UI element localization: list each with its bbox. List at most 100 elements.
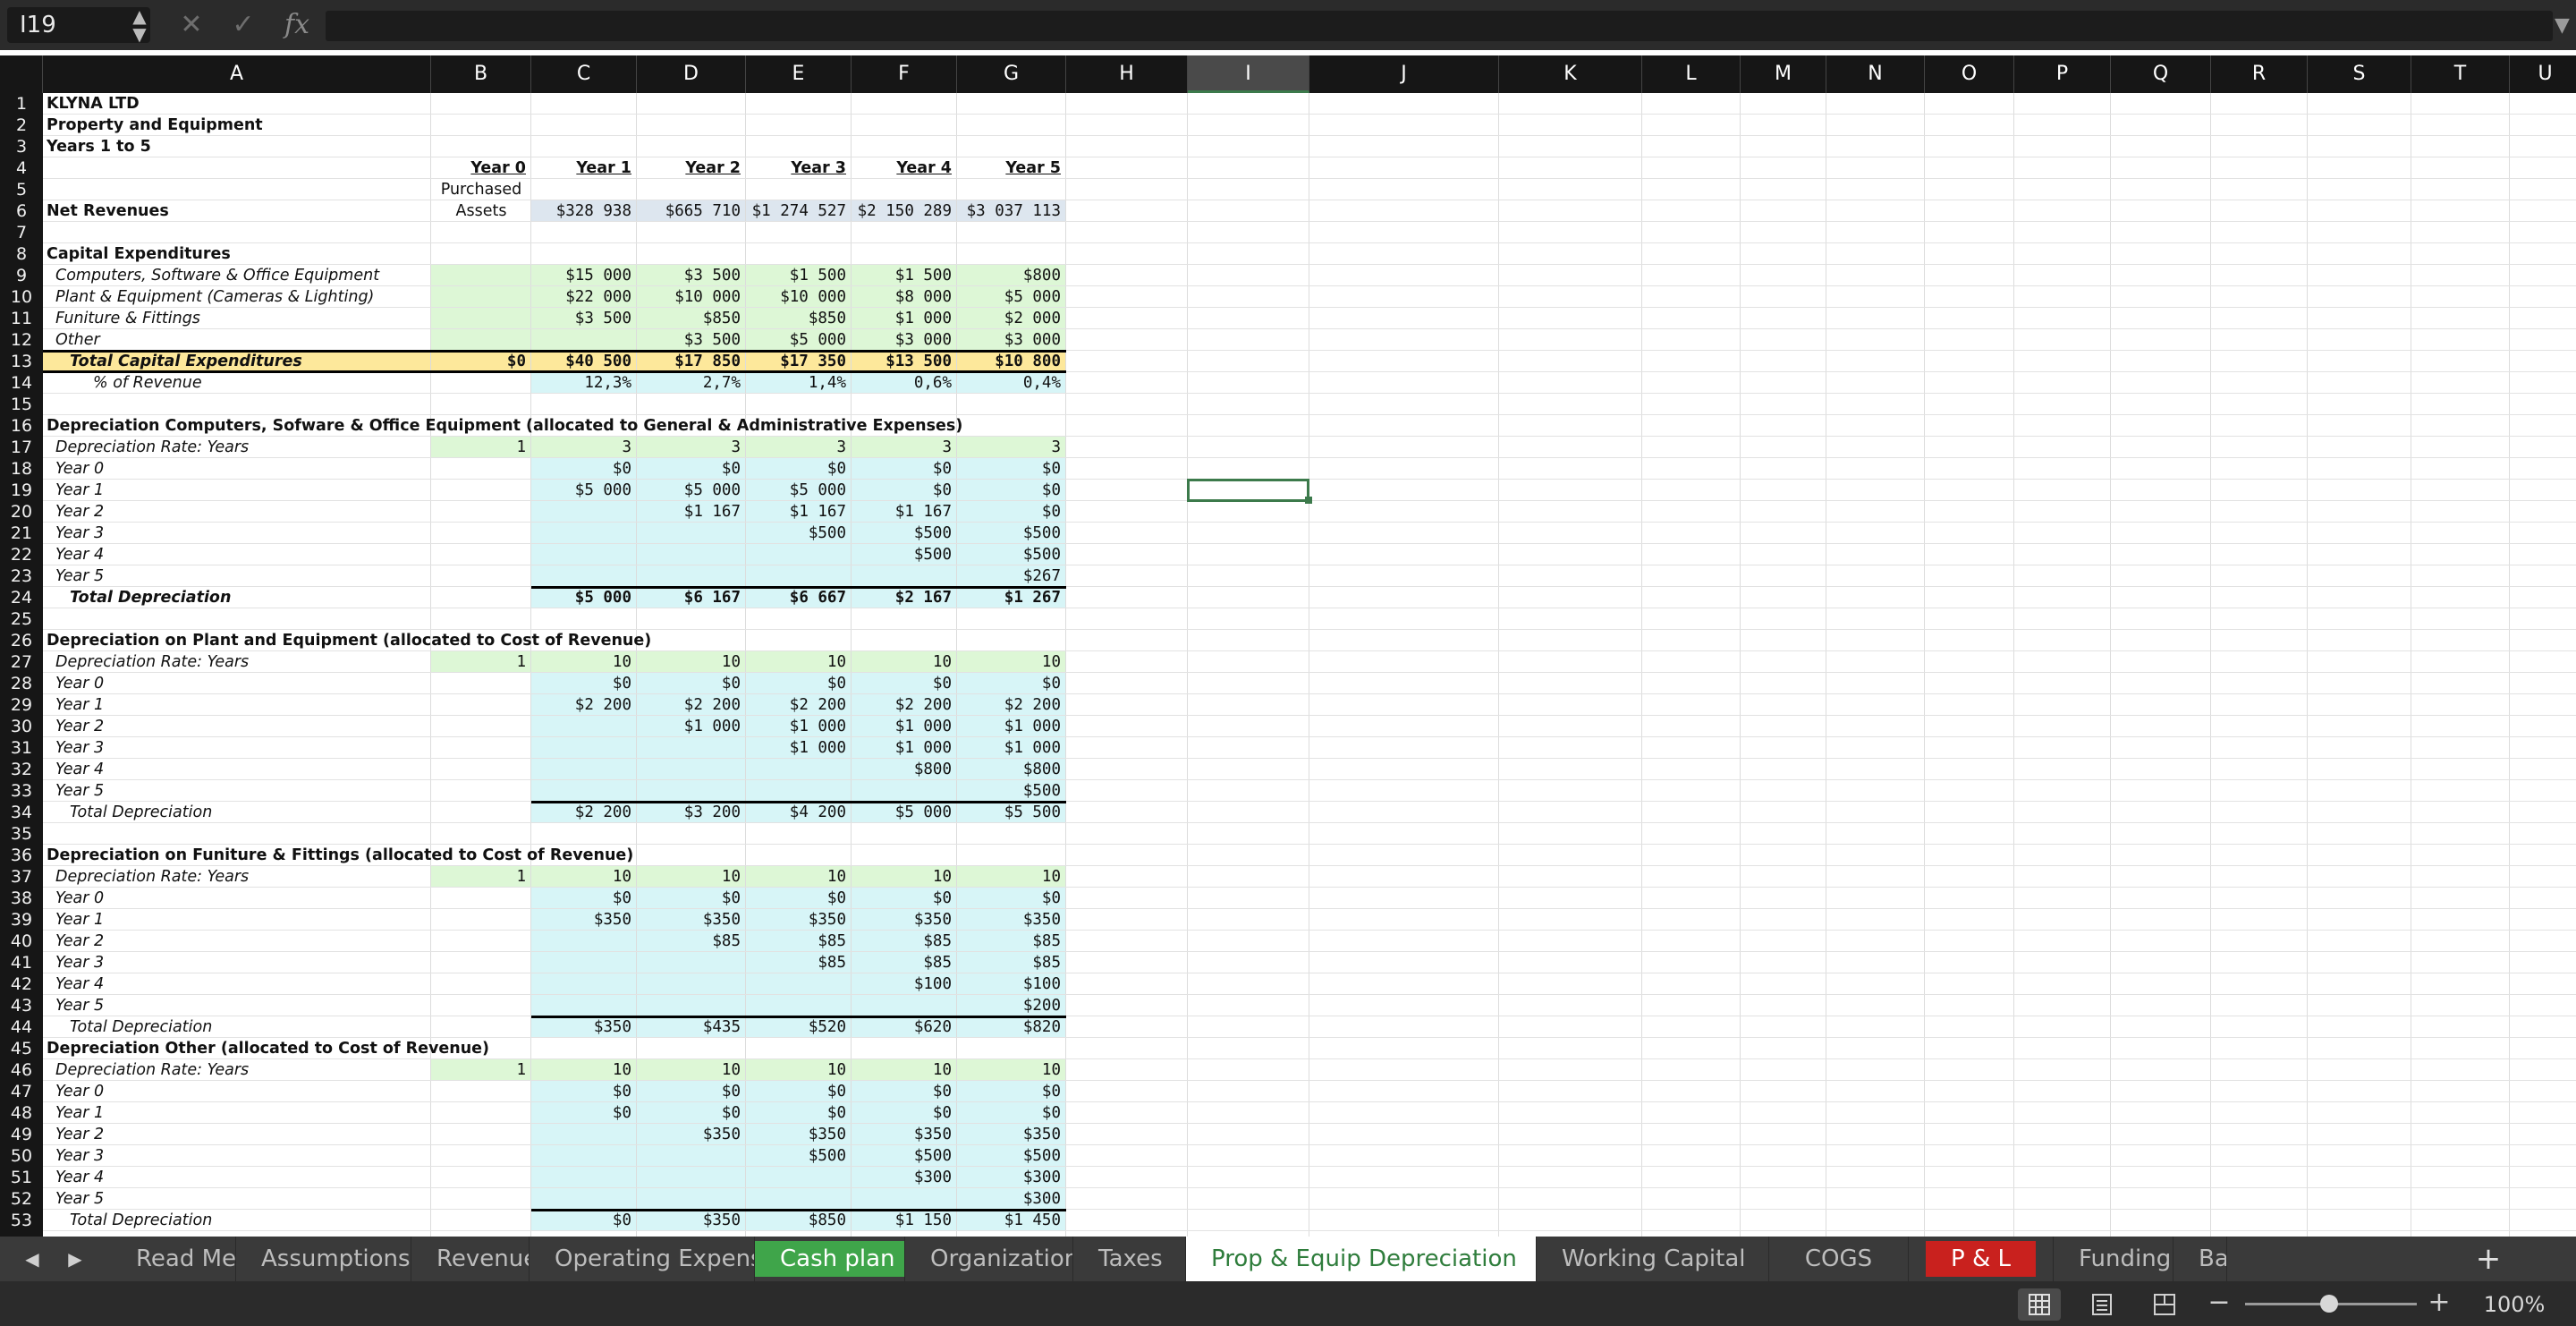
column-header-k[interactable]: K — [1499, 55, 1642, 93]
cell-b13[interactable]: $0 — [431, 351, 531, 372]
zoom-slider-handle[interactable] — [2320, 1295, 2338, 1313]
accept-icon[interactable]: ✓ — [225, 7, 261, 43]
cell-f51[interactable]: $300 — [852, 1167, 957, 1188]
sheet-tab-read-me[interactable]: Read Me — [111, 1237, 236, 1281]
row-header-11[interactable]: 11 — [0, 308, 43, 329]
cell-g43[interactable]: $200 — [957, 995, 1066, 1016]
cell-g24[interactable]: $1 267 — [957, 587, 1066, 608]
column-header-h[interactable]: H — [1066, 55, 1188, 93]
cell-a42[interactable]: Year 4 — [43, 973, 431, 995]
cell-g50[interactable]: $500 — [957, 1145, 1066, 1167]
row-header-33[interactable]: 33 — [0, 780, 43, 802]
cell-f19[interactable]: $0 — [852, 480, 957, 501]
cell-a31[interactable]: Year 3 — [43, 737, 431, 759]
cell-a10[interactable]: Plant & Equipment (Cameras & Lighting) — [43, 286, 431, 308]
cell-f6[interactable]: $2 150 289 — [852, 200, 957, 222]
cell-d30[interactable]: $1 000 — [637, 716, 746, 737]
cell-f48[interactable]: $0 — [852, 1102, 957, 1124]
cell-g39[interactable]: $350 — [957, 909, 1066, 931]
column-header-e[interactable]: E — [746, 55, 852, 93]
cell-e4[interactable]: Year 3 — [746, 157, 852, 179]
cell-a51[interactable]: Year 4 — [43, 1167, 431, 1188]
cell-g37[interactable]: 10 — [957, 866, 1066, 888]
cell-c13[interactable]: $40 500 — [531, 351, 637, 372]
cell-d10[interactable]: $10 000 — [637, 286, 746, 308]
cell-a16[interactable]: Depreciation Computers, Sofware & Office… — [43, 415, 962, 437]
row-header-53[interactable]: 53 — [0, 1210, 43, 1231]
cell-d28[interactable]: $0 — [637, 673, 746, 694]
cell-a32[interactable]: Year 4 — [43, 759, 431, 780]
cell-d34[interactable]: $3 200 — [637, 802, 746, 823]
cell-b6[interactable]: Assets — [431, 200, 531, 222]
sheet-tab-assumptions[interactable]: Assumptions — [236, 1237, 411, 1281]
cell-a20[interactable]: Year 2 — [43, 501, 431, 523]
row-header-13[interactable]: 13 — [0, 351, 43, 372]
row-header-15[interactable]: 15 — [0, 394, 43, 415]
select-all-corner[interactable] — [0, 55, 43, 93]
cell-f29[interactable]: $2 200 — [852, 694, 957, 716]
cell-g10[interactable]: $5 000 — [957, 286, 1066, 308]
cell-a28[interactable]: Year 0 — [43, 673, 431, 694]
cell-c9[interactable]: $15 000 — [531, 265, 637, 286]
cell-a17[interactable]: Depreciation Rate: Years — [43, 437, 431, 458]
row-header-31[interactable]: 31 — [0, 737, 43, 759]
cell-d17[interactable]: 3 — [637, 437, 746, 458]
cell-g49[interactable]: $350 — [957, 1124, 1066, 1145]
cell-g47[interactable]: $0 — [957, 1081, 1066, 1102]
cell-a52[interactable]: Year 5 — [43, 1188, 431, 1210]
cell-e34[interactable]: $4 200 — [746, 802, 852, 823]
cell-f12[interactable]: $3 000 — [852, 329, 957, 351]
cell-a6[interactable]: Net Revenues — [43, 200, 431, 222]
cell-e31[interactable]: $1 000 — [746, 737, 852, 759]
cell-c14[interactable]: 12,3% — [531, 372, 637, 394]
cell-a46[interactable]: Depreciation Rate: Years — [43, 1059, 431, 1081]
cell-f39[interactable]: $350 — [852, 909, 957, 931]
cell-e10[interactable]: $10 000 — [746, 286, 852, 308]
cell-d14[interactable]: 2,7% — [637, 372, 746, 394]
cell-e41[interactable]: $85 — [746, 952, 852, 973]
cell-e13[interactable]: $17 350 — [746, 351, 852, 372]
zoom-level[interactable]: 100% — [2465, 1287, 2563, 1322]
cell-e40[interactable]: $85 — [746, 931, 852, 952]
cell-a26[interactable]: Depreciation on Plant and Equipment (all… — [43, 630, 651, 651]
cell-f10[interactable]: $8 000 — [852, 286, 957, 308]
cell-d20[interactable]: $1 167 — [637, 501, 746, 523]
cell-d19[interactable]: $5 000 — [637, 480, 746, 501]
cell-c17[interactable]: 3 — [531, 437, 637, 458]
cell-d12[interactable]: $3 500 — [637, 329, 746, 351]
cell-a22[interactable]: Year 4 — [43, 544, 431, 565]
cell-b17[interactable]: 1 — [431, 437, 531, 458]
cell-g46[interactable]: 10 — [957, 1059, 1066, 1081]
cell-e44[interactable]: $520 — [746, 1016, 852, 1038]
cell-d18[interactable]: $0 — [637, 458, 746, 480]
row-header-47[interactable]: 47 — [0, 1081, 43, 1102]
cell-f27[interactable]: 10 — [852, 651, 957, 673]
zoom-in-button[interactable]: + — [2426, 1287, 2453, 1319]
row-header-36[interactable]: 36 — [0, 845, 43, 866]
cell-a50[interactable]: Year 3 — [43, 1145, 431, 1167]
add-sheet-button[interactable]: + — [2462, 1237, 2515, 1281]
column-header-i[interactable]: I — [1188, 55, 1309, 93]
formula-bar-expand-icon[interactable]: ▼ — [2555, 13, 2576, 39]
row-header-45[interactable]: 45 — [0, 1038, 43, 1059]
row-header-26[interactable]: 26 — [0, 630, 43, 651]
cell-g23[interactable]: $267 — [957, 565, 1066, 587]
cell-a2[interactable]: Property and Equipment — [43, 115, 431, 136]
row-header-42[interactable]: 42 — [0, 973, 43, 995]
cell-e30[interactable]: $1 000 — [746, 716, 852, 737]
cell-a53[interactable]: Total Depreciation — [43, 1210, 431, 1231]
column-header-a[interactable]: A — [43, 55, 431, 93]
cell-c37[interactable]: 10 — [531, 866, 637, 888]
column-header-l[interactable]: L — [1642, 55, 1741, 93]
cell-d29[interactable]: $2 200 — [637, 694, 746, 716]
cell-g11[interactable]: $2 000 — [957, 308, 1066, 329]
cell-e14[interactable]: 1,4% — [746, 372, 852, 394]
cell-a24[interactable]: Total Depreciation — [43, 587, 431, 608]
zoom-out-button[interactable]: − — [2206, 1287, 2233, 1319]
cell-d13[interactable]: $17 850 — [637, 351, 746, 372]
cell-f47[interactable]: $0 — [852, 1081, 957, 1102]
cell-g34[interactable]: $5 500 — [957, 802, 1066, 823]
cell-c10[interactable]: $22 000 — [531, 286, 637, 308]
cell-f28[interactable]: $0 — [852, 673, 957, 694]
row-header-6[interactable]: 6 — [0, 200, 43, 222]
